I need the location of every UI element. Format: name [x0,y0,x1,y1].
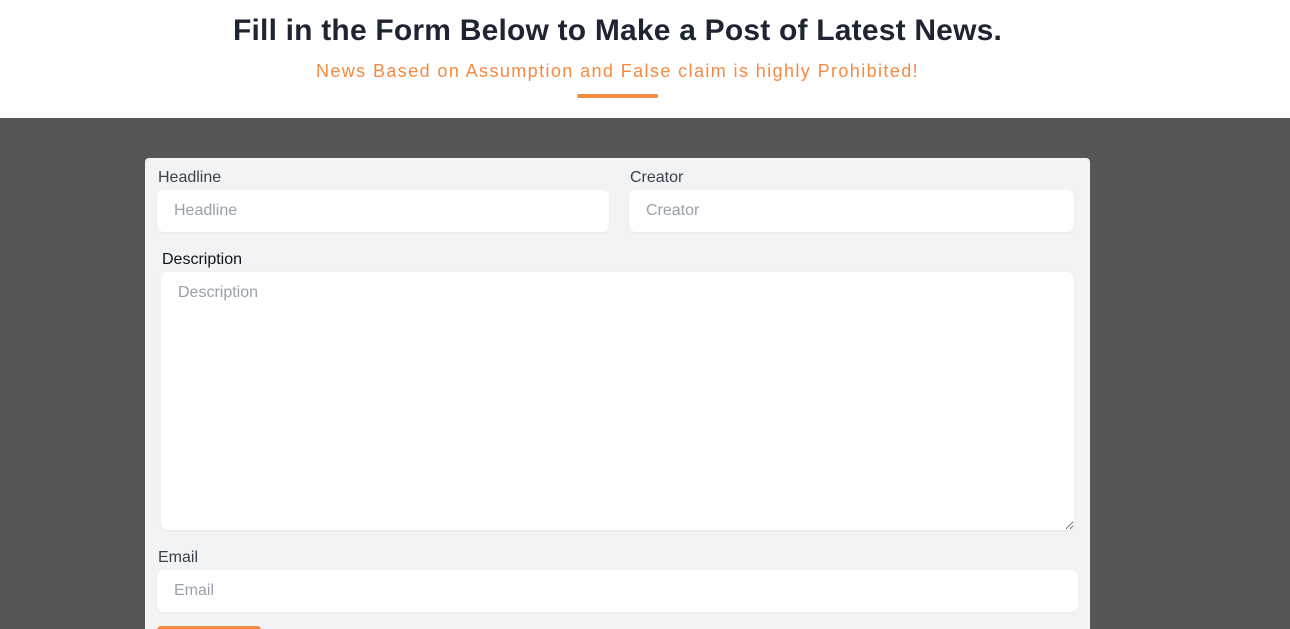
creator-label: Creator [630,169,684,186]
title-underline [577,94,658,98]
page-subtitle: News Based on Assumption and False claim… [315,61,920,81]
page-header: Fill in the Form Below to Make a Post of… [0,0,1290,118]
email-label: Email [158,549,199,566]
headline-label: Headline [158,169,222,186]
creator-input[interactable] [629,190,1074,232]
page-title: Fill in the Form Below to Make a Post of… [232,14,1003,47]
description-label: Description [162,251,243,268]
email-input[interactable] [157,570,1078,612]
description-textarea[interactable] [161,272,1074,530]
headline-input[interactable] [157,190,609,232]
